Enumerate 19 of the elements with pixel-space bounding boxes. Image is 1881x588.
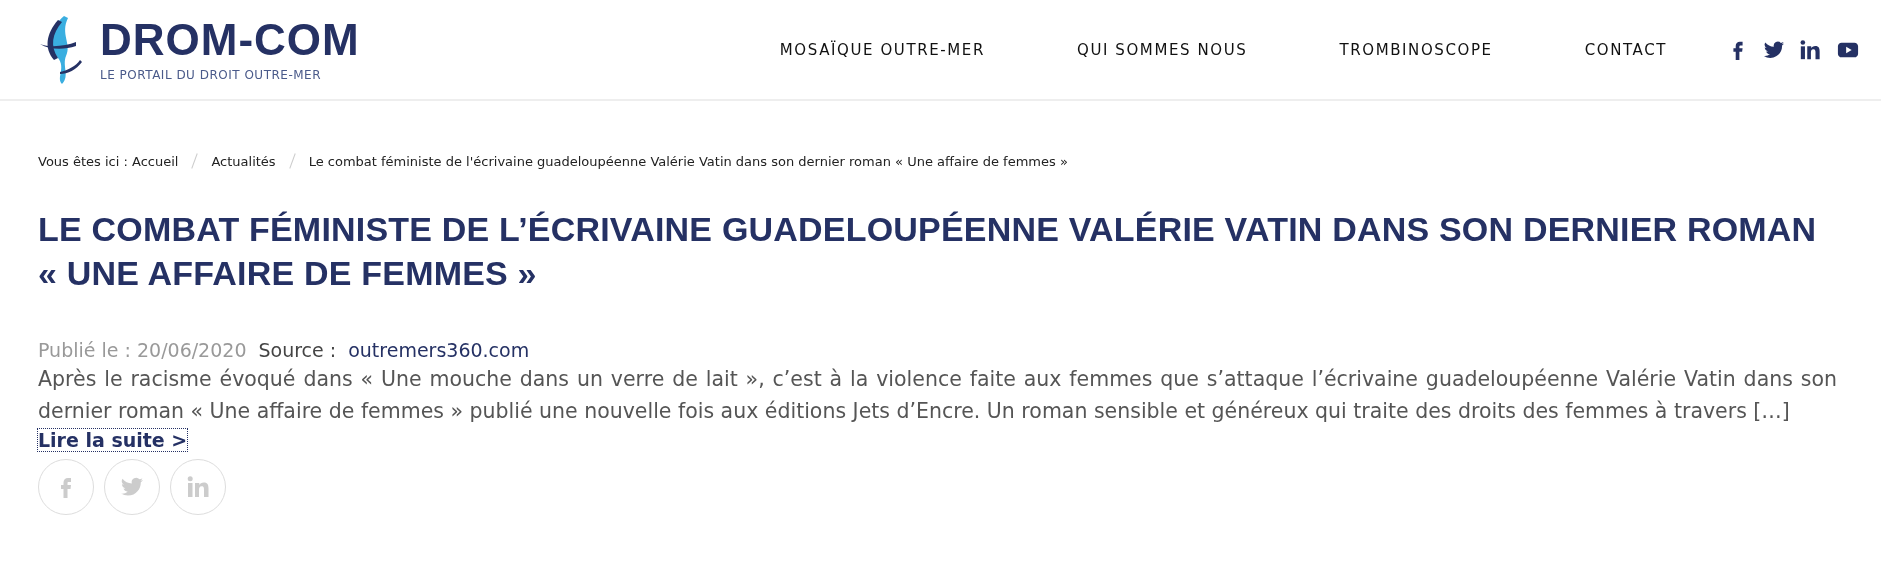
source-link[interactable]: outremers360.com — [348, 339, 530, 361]
linkedin-icon — [186, 475, 210, 499]
breadcrumb-prefix: Vous êtes ici : — [38, 153, 128, 169]
source-label: Source : — [258, 339, 337, 361]
publish-date: Publié le : 20/06/2020 — [38, 339, 247, 361]
article-title: LE COMBAT FÉMINISTE DE L’ÉCRIVAINE GUADELOUPÉENNE VALÉRIE VATIN DANS SON DERNIER ROMAN « UNE AFFAIRE DE FEMMES » — [38, 209, 1818, 294]
breadcrumb-item[interactable]: Accueil — [132, 153, 179, 169]
logo-name[interactable]: DROM-COM — [100, 17, 360, 62]
twitter-icon — [120, 475, 144, 499]
article-excerpt: Après le racisme évoqué dans « Une mouche dans un verre de lait », c’est à la violence faite aux femmes que s’attaque l’écrivaine guadeloupéenne Valérie Vatin dans son dernier roman « Une affaire de femmes » publié une nouvelle fois aux éditions Jets d’Encre. Un roman sensible et généreux qui traite des droits des femmes à travers […] — [38, 366, 1837, 425]
logo-tagline: LE PORTAIL DU DROIT OUTRE-MER — [100, 67, 322, 82]
breadcrumb-item[interactable]: Actualités — [211, 153, 276, 169]
nav-link[interactable]: CONTACT — [1584, 40, 1667, 59]
nav-link[interactable]: QUI SOMMES NOUS — [1076, 40, 1248, 59]
read-more-link[interactable]: Lire la suite > — [38, 429, 188, 451]
nav-link[interactable]: TROMBINOSCOPE — [1339, 40, 1493, 59]
breadcrumb-item: Le combat féministe de l'écrivaine guadeloupéenne Valérie Vatin dans son dernier roman « Une affaire de femmes » — [308, 153, 1068, 169]
linkedin-icon[interactable] — [1799, 38, 1821, 61]
nav-link[interactable]: MOSAÏQUE OUTRE-MER — [779, 40, 985, 59]
